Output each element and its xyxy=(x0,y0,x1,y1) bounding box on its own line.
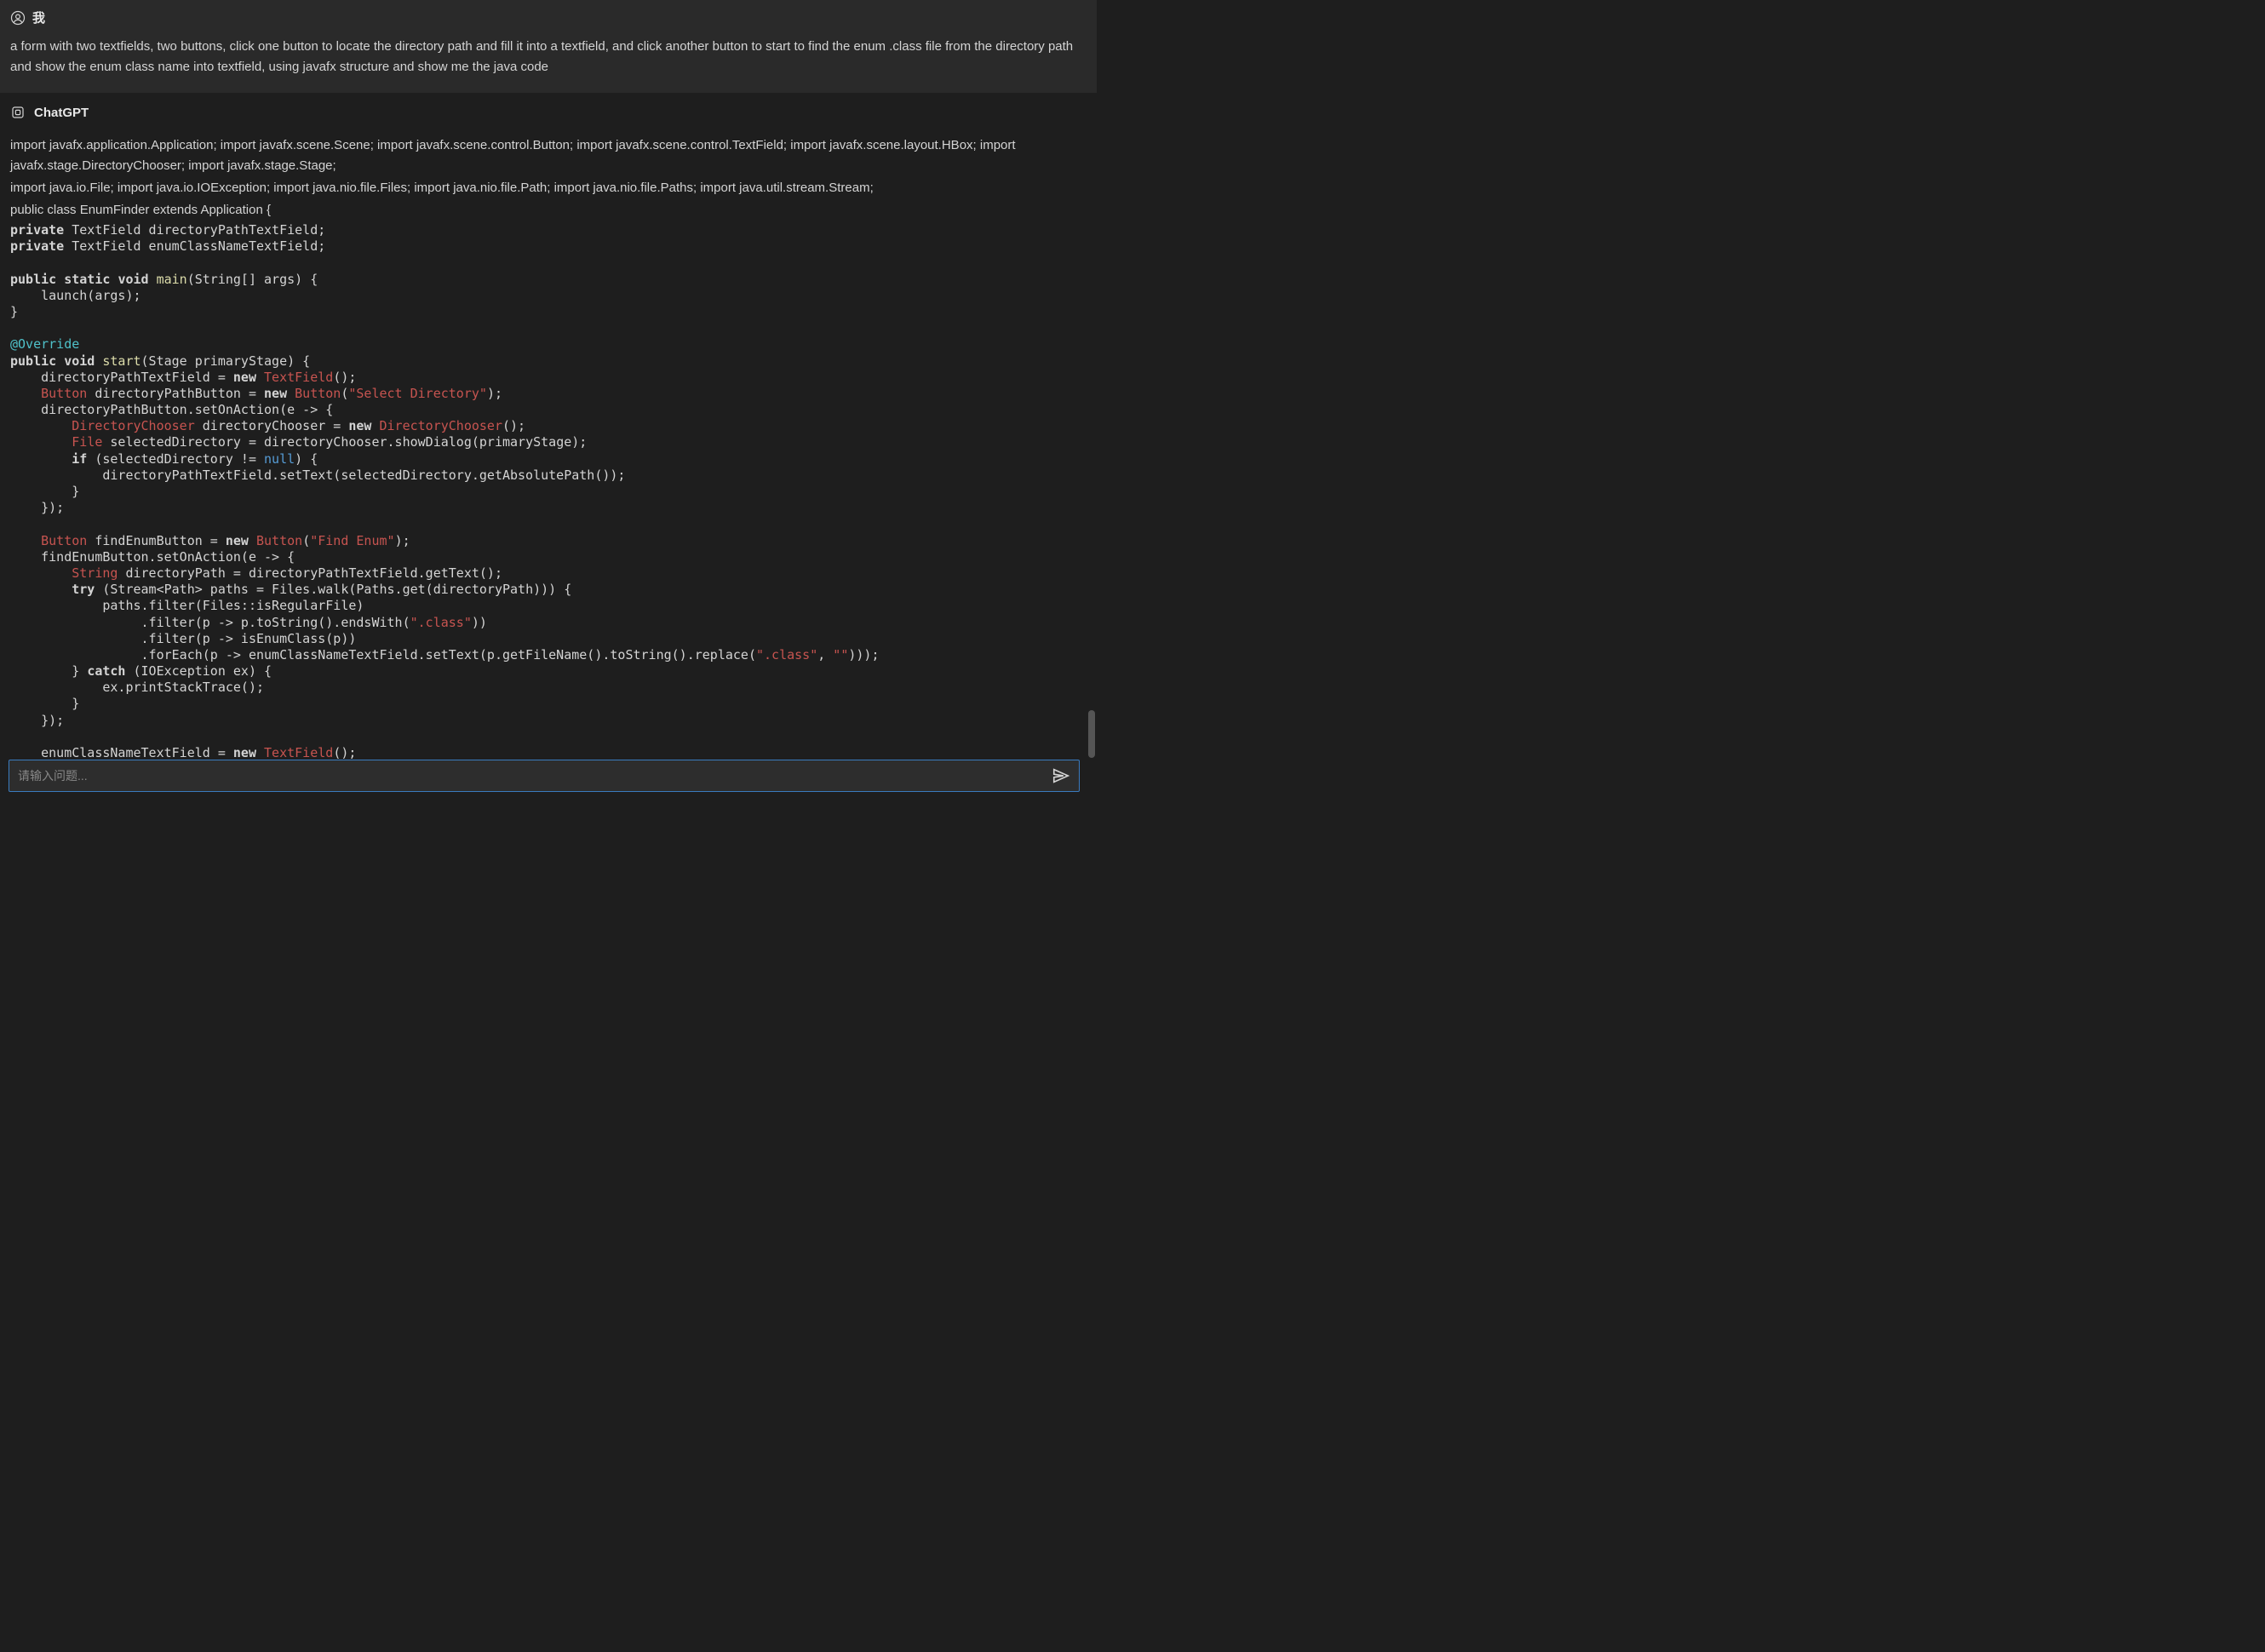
user-label: 我 xyxy=(32,9,45,26)
assistant-imports2: import java.io.File; import java.io.IOEx… xyxy=(10,178,1087,198)
chatgpt-icon xyxy=(10,105,26,120)
assistant-message: ChatGPT import javafx.application.Applic… xyxy=(0,93,1097,788)
assistant-imports1: import javafx.application.Application; i… xyxy=(10,135,1087,176)
message-input[interactable] xyxy=(18,769,1052,783)
assistant-classdecl: public class EnumFinder extends Applicat… xyxy=(10,200,1087,221)
send-icon[interactable] xyxy=(1052,766,1070,785)
user-message: 我 a form with two textfields, two button… xyxy=(0,0,1097,93)
code-block: private TextField directoryPathTextField… xyxy=(10,222,1087,777)
input-bar xyxy=(9,760,1080,792)
user-header: 我 xyxy=(10,9,1087,26)
assistant-header: ChatGPT xyxy=(10,105,1087,120)
assistant-label: ChatGPT xyxy=(34,106,89,120)
user-text: a form with two textfields, two buttons,… xyxy=(10,37,1087,77)
user-icon xyxy=(10,10,26,26)
scrollbar-thumb[interactable] xyxy=(1088,710,1095,758)
